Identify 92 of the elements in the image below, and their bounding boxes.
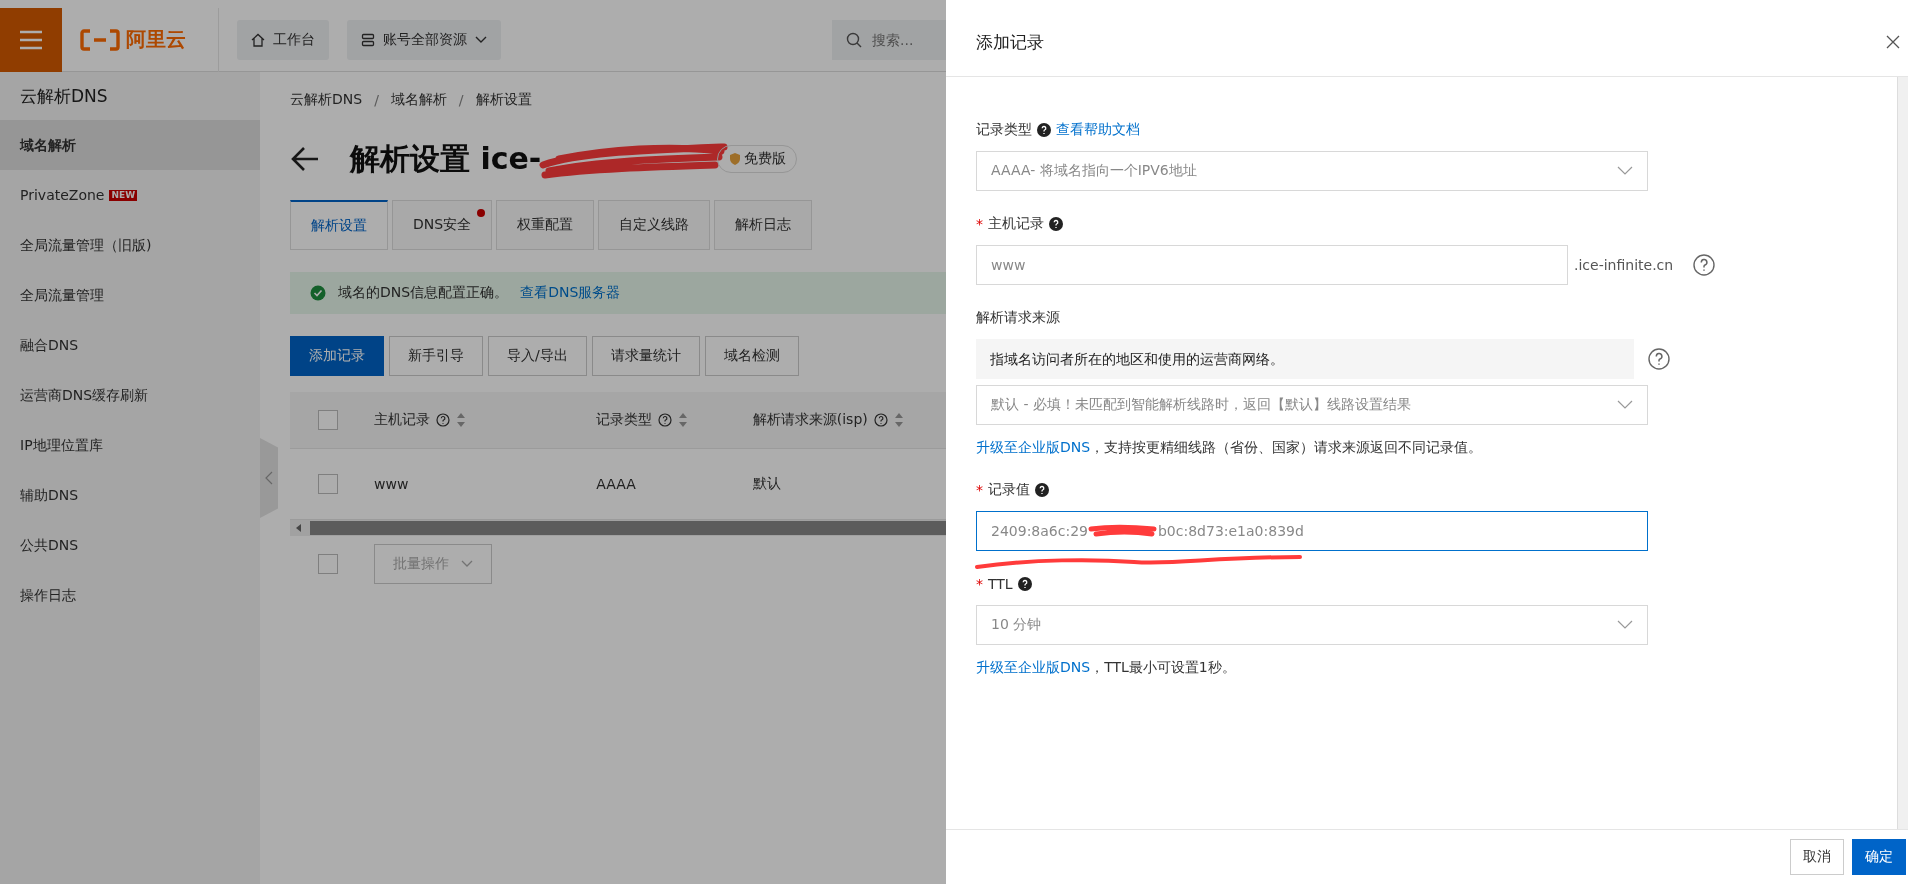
- sidebar-item[interactable]: 操作日志: [0, 570, 260, 620]
- search-icon: [846, 31, 862, 48]
- tab[interactable]: 权重配置: [496, 200, 595, 250]
- new-badge: NEW: [109, 189, 138, 201]
- breadcrumb-separator: /: [458, 92, 464, 108]
- action-button[interactable]: 添加记录: [290, 336, 384, 376]
- back-arrow-icon[interactable]: [290, 146, 320, 172]
- dns-server-link[interactable]: 查看DNS服务器: [520, 284, 621, 302]
- help-icon[interactable]: [873, 413, 888, 427]
- footer-button[interactable]: 取消: [1790, 839, 1844, 875]
- logo-icon: [80, 28, 120, 51]
- help-icon[interactable]: [1037, 123, 1051, 137]
- search-field[interactable]: 搜索...: [832, 19, 946, 60]
- select-field[interactable]: 10 分钟: [976, 605, 1648, 645]
- sidebar-item[interactable]: PrivateZone NEW: [0, 170, 260, 220]
- vertical-scrollbar[interactable]: [1897, 77, 1908, 829]
- required-mark: *: [976, 482, 983, 498]
- caret-icon: [461, 560, 473, 568]
- domain-suffix: .ice-infinite.cn: [1574, 257, 1674, 273]
- tab[interactable]: 解析设置: [290, 200, 388, 250]
- tab[interactable]: 解析日志: [714, 200, 813, 250]
- drawer-title: 添加记录: [976, 30, 1044, 54]
- checkbox[interactable]: [318, 474, 338, 494]
- footer-button[interactable]: 确定: [1852, 839, 1906, 875]
- upgrade-link[interactable]: 升级至企业版DNS: [976, 659, 1091, 675]
- sidebar-item[interactable]: IP地理位置库: [0, 420, 260, 470]
- input-field[interactable]: www: [976, 245, 1568, 285]
- alert-text: 域名的DNS信息配置正确。: [338, 284, 509, 302]
- help-icon[interactable]: [436, 413, 450, 427]
- help-icon[interactable]: [658, 413, 673, 427]
- required-mark: *: [976, 576, 983, 592]
- upgrade-note: 升级至企业版DNS，TTL最小可设置1秒。: [976, 659, 1237, 677]
- chevron-down-icon: [1617, 620, 1633, 630]
- chevron-left-icon: [265, 471, 273, 485]
- help-icon[interactable]: [1035, 483, 1049, 497]
- chevron-down-icon: [1617, 400, 1633, 410]
- select-field[interactable]: 默认 - 必填！未匹配到智能解析线路时，返回【默认】线路设置结果: [976, 385, 1648, 425]
- select-field[interactable]: AAAA- 将域名指向一个IPV6地址: [976, 151, 1648, 191]
- scrollbar-thumb[interactable]: [310, 521, 946, 535]
- shield-icon: [728, 152, 743, 166]
- action-button[interactable]: 新手引导: [389, 336, 483, 376]
- column-header: 主机记录: [374, 411, 430, 429]
- action-button[interactable]: 请求量统计: [591, 336, 700, 376]
- sidebar-item[interactable]: 全局流量管理（旧版): [0, 220, 260, 270]
- sidebar-item[interactable]: 公共DNS: [0, 520, 260, 570]
- home-icon: [251, 32, 265, 47]
- help-icon[interactable]: [1017, 577, 1032, 591]
- upgrade-link[interactable]: 升级至企业版DNS: [976, 439, 1091, 455]
- column-header: 记录类型: [596, 411, 653, 429]
- sidebar-item[interactable]: 运营商DNS缓存刷新: [0, 370, 260, 420]
- tab[interactable]: DNS安全: [392, 200, 493, 250]
- field-label: 记录类型: [976, 121, 1032, 139]
- table-cell-text: AAAA: [596, 476, 637, 492]
- action-button[interactable]: 导入/导出: [488, 336, 587, 376]
- check-circle-icon: [310, 285, 326, 301]
- table-cell-text: 默认: [752, 475, 782, 493]
- field-label: 解析请求来源: [976, 309, 1060, 327]
- table-cell-text: www: [374, 476, 410, 492]
- checkbox[interactable]: [318, 554, 338, 574]
- scroll-left-icon: [296, 524, 302, 532]
- column-header: 解析请求来源(isp): [752, 411, 868, 429]
- help-doc-link[interactable]: 查看帮助文档: [1056, 121, 1140, 139]
- field-label: 记录值: [988, 481, 1030, 499]
- field-label: TTL: [988, 576, 1013, 592]
- input-field[interactable]: 2409:8a6c:29 b0c:8d73:e1a0:839d: [976, 511, 1648, 551]
- nav-button[interactable]: 工作台: [237, 19, 329, 60]
- nav-button[interactable]: 账号全部资源: [347, 19, 501, 60]
- logo-text: 阿里云: [126, 26, 186, 53]
- menu-icon: [19, 29, 43, 50]
- breadcrumb-link[interactable]: 云解析DNS: [290, 91, 363, 109]
- help-icon[interactable]: [1049, 217, 1063, 231]
- sidebar-item[interactable]: 全局流量管理: [0, 270, 260, 320]
- page-title: 解析设置 ice-: [350, 139, 542, 178]
- horizontal-scrollbar[interactable]: [290, 520, 946, 536]
- field-label: 主机记录: [988, 215, 1044, 233]
- stack-icon: [361, 32, 375, 47]
- sidebar-item[interactable]: 辅助DNS: [0, 470, 260, 520]
- action-button[interactable]: 域名检测: [704, 336, 799, 376]
- menu-button[interactable]: [0, 7, 62, 72]
- tab[interactable]: 自定义线路: [598, 200, 711, 250]
- breadcrumb-link[interactable]: 域名解析: [390, 91, 447, 109]
- info-text: 指域名访问者所在的地区和使用的运营商网络。: [976, 339, 1634, 379]
- sidebar-title: 云解析DNS: [19, 85, 109, 108]
- caret-icon: [475, 35, 487, 44]
- sidebar-item[interactable]: 融合DNS: [0, 320, 260, 370]
- close-icon[interactable]: [1886, 35, 1900, 49]
- sidebar-item[interactable]: 域名解析: [0, 120, 260, 170]
- upgrade-note: 升级至企业版DNS，支持按更精细线路（省份、国家）请求来源返回不同记录值。: [976, 439, 1484, 457]
- required-mark: *: [976, 216, 983, 232]
- breadcrumb-separator: /: [374, 92, 379, 108]
- checkbox[interactable]: [318, 410, 338, 430]
- chevron-down-icon: [1617, 166, 1633, 176]
